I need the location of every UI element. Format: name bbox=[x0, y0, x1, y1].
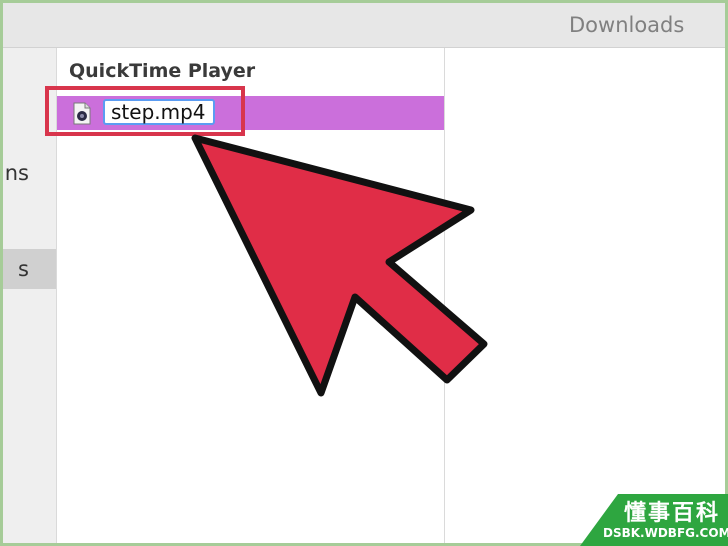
watermark-url: DSBK.WDBFG.COM bbox=[603, 526, 728, 540]
watermark-cn: 懂事百科 bbox=[624, 501, 721, 526]
pointer-arrow-icon bbox=[191, 134, 488, 397]
